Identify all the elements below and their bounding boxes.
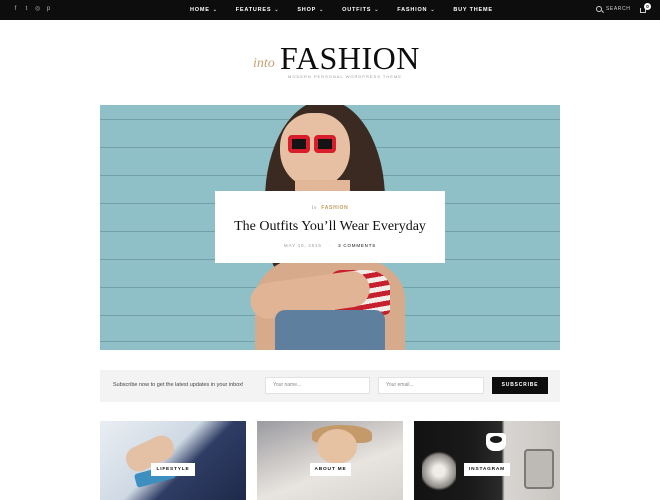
nav-label: FASHION <box>397 7 428 13</box>
search-icon <box>596 6 602 12</box>
nav-label: BUY THEME <box>453 7 493 13</box>
chevron-down-icon: ⌄ <box>374 7 380 13</box>
nav-label: SHOP <box>297 7 317 13</box>
red-sunglasses <box>288 135 338 157</box>
twitter-icon[interactable]: t <box>24 6 29 12</box>
newsletter-subscribe-bar: Subscribe now to get the latest updates … <box>100 370 560 402</box>
dried-flower-image <box>422 449 456 493</box>
post-date: MAY 10, 2016 <box>283 243 322 248</box>
camera-image <box>524 449 554 489</box>
nav-label: OUTFITS <box>342 7 372 13</box>
coffee-cup-image <box>486 433 506 451</box>
instagram-icon[interactable]: ◎ <box>35 6 40 12</box>
email-field[interactable]: Your email... <box>378 377 484 394</box>
face-image <box>317 429 357 464</box>
logo-tagline: MODERN PERSONAL WORDPRESS THEME <box>288 74 402 79</box>
name-field[interactable]: Your name... <box>265 377 370 394</box>
main-menu: HOME ⌄ FEATURES ⌄ SHOP ⌄ OUTFITS ⌄ FASHI… <box>190 0 511 20</box>
subscribe-button[interactable]: SUBSCRIBE <box>492 377 548 394</box>
promo-label-about-me[interactable]: ABOUT ME <box>310 463 351 476</box>
promo-box-lifestyle[interactable]: LIFESTYLE <box>100 421 246 500</box>
category-link[interactable]: FASHION <box>321 205 348 211</box>
social-icons: f t ◎ p <box>13 6 51 12</box>
nav-label: HOME <box>190 7 210 13</box>
promo-label-instagram[interactable]: INSTAGRAM <box>464 463 510 476</box>
category-prefix: In <box>311 206 318 211</box>
promo-label-lifestyle[interactable]: LIFESTYLE <box>151 463 195 476</box>
pinterest-icon[interactable]: p <box>46 6 51 12</box>
comments-link[interactable]: 3 COMMENTS <box>338 243 376 248</box>
chevron-down-icon: ⌄ <box>212 7 218 13</box>
cart-count-badge: 0 <box>644 3 651 10</box>
featured-post-card[interactable]: In FASHION The Outfits You’ll Wear Every… <box>215 191 445 263</box>
search-label: SEARCH <box>606 6 631 12</box>
nav-item-outfits[interactable]: OUTFITS ⌄ <box>342 7 379 13</box>
nav-item-fashion[interactable]: FASHION ⌄ <box>397 7 435 13</box>
search-button[interactable]: SEARCH <box>596 6 630 12</box>
meta-separator: · <box>328 243 331 248</box>
chevron-down-icon: ⌄ <box>430 7 436 13</box>
post-meta: MAY 10, 2016 · 3 COMMENTS <box>215 243 445 248</box>
top-navigation-bar: f t ◎ p HOME ⌄ FEATURES ⌄ SHOP ⌄ OUTFITS… <box>0 0 660 20</box>
post-title[interactable]: The Outfits You’ll Wear Everyday <box>215 219 445 235</box>
logo-prefix: into <box>253 56 275 71</box>
logo-name: FASHION <box>280 40 420 76</box>
site-logo[interactable]: into FASHION MODERN PERSONAL WORDPRESS T… <box>248 40 420 80</box>
denim-shorts <box>275 310 385 350</box>
subscribe-text: Subscribe now to get the latest updates … <box>113 382 244 388</box>
nav-item-shop[interactable]: SHOP ⌄ <box>297 7 324 13</box>
chevron-down-icon: ⌄ <box>319 7 325 13</box>
chevron-down-icon: ⌄ <box>274 7 280 13</box>
nav-item-features[interactable]: FEATURES ⌄ <box>236 7 280 13</box>
nav-item-home[interactable]: HOME ⌄ <box>190 7 218 13</box>
cart-button[interactable]: 0 <box>640 3 651 13</box>
post-category: In FASHION <box>215 205 445 211</box>
facebook-icon[interactable]: f <box>13 6 18 12</box>
nav-label: FEATURES <box>235 7 272 13</box>
promo-box-about-me[interactable]: ABOUT ME <box>257 421 403 500</box>
nav-item-buy-theme[interactable]: BUY THEME <box>453 7 493 13</box>
promo-box-instagram[interactable]: INSTAGRAM <box>414 421 560 500</box>
